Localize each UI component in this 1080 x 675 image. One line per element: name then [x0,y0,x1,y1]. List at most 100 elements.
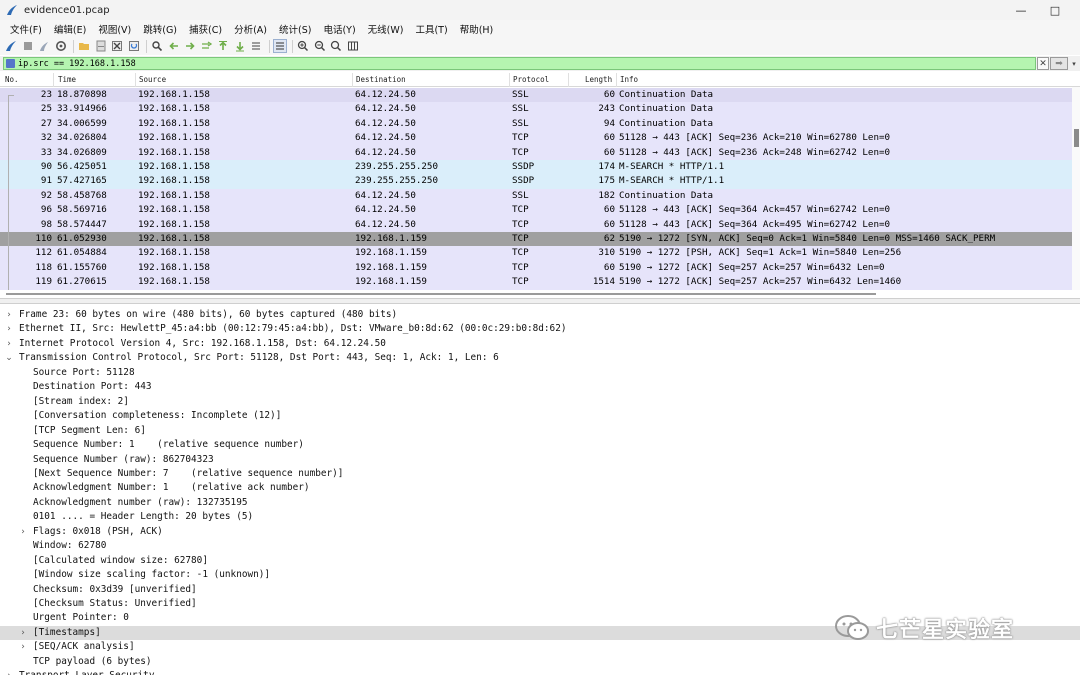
menu-go[interactable]: 跳转(G) [137,22,183,36]
colorize-icon[interactable] [272,39,287,53]
detail-row[interactable]: 0101 .... = Header Length: 20 bytes (5) [0,510,1080,524]
column-header-length[interactable]: Length [585,74,612,86]
packet-row[interactable]: 23 18.870898 192.168.1.158 64.12.24.50 SSL 60… [0,88,1072,103]
detail-row[interactable]: › Frame 23: 60 bytes on wire (480 bits), … [0,308,1080,322]
clear-filter-icon[interactable]: ✕ [1037,57,1049,70]
scrollbar-thumb[interactable] [1074,129,1079,147]
menu-tools[interactable]: 工具(T) [409,22,453,36]
expand-arrow-icon[interactable]: › [4,337,14,351]
zoom-out-icon[interactable] [313,39,327,53]
column-header-no[interactable]: No. [5,74,19,86]
detail-row[interactable]: › Internet Protocol Version 4, Src: 192.1… [0,337,1080,351]
normal-size-icon[interactable] [329,39,343,53]
detail-row[interactable]: Source Port: 51128 [0,366,1080,380]
detail-row[interactable]: [Calculated window size: 62780] [0,554,1080,568]
detail-row[interactable]: Sequence Number (raw): 862704323 [0,453,1080,467]
column-divider[interactable] [53,73,54,87]
packet-row[interactable]: 25 33.914966 192.168.1.158 64.12.24.50 SSL 24… [0,102,1072,117]
detail-row[interactable]: [Conversation completeness: Incomplete (… [0,409,1080,423]
forward-arrow-icon[interactable] [183,39,197,53]
detail-row[interactable]: ⌄ Transmission Control Protocol, Src Port… [0,351,1080,365]
autoscroll-icon[interactable] [249,39,263,53]
open-folder-icon[interactable] [77,39,91,53]
column-header-source[interactable]: Source [139,74,166,86]
hscrollbar-thumb[interactable] [6,293,876,295]
detail-row[interactable]: TCP payload (6 bytes) [0,655,1080,669]
zoom-in-icon[interactable] [296,39,310,53]
stop-icon[interactable] [21,39,35,53]
packet-row[interactable]: 98 58.574447 192.168.1.158 64.12.24.50 TCP 60… [0,217,1072,232]
detail-row[interactable]: › Ethernet II, Src: HewlettP_45:a4:bb (00… [0,322,1080,336]
filter-dropdown-icon[interactable]: ▾ [1069,57,1079,70]
detail-row[interactable]: Sequence Number: 1 (relative sequence nu… [0,438,1080,452]
packet-row[interactable]: 27 34.006599 192.168.1.158 64.12.24.50 SSL 94… [0,116,1072,132]
expand-arrow-icon[interactable]: › [18,640,28,654]
options-gear-icon[interactable] [54,39,68,53]
packet-row[interactable]: 33 34.026809 192.168.1.158 64.12.24.50 TCP 60… [0,145,1072,160]
detail-row[interactable]: Destination Port: 443 [0,380,1080,394]
menu-edit[interactable]: 编辑(E) [48,22,92,36]
menu-statistics[interactable]: 统计(S) [273,22,317,36]
column-divider[interactable] [616,73,617,87]
bookmark-icon[interactable] [6,59,15,68]
column-divider[interactable] [135,73,136,87]
back-arrow-icon[interactable] [167,39,181,53]
maximize-button[interactable]: □ [1040,2,1070,18]
menu-wireless[interactable]: 无线(W) [362,22,410,36]
menu-capture[interactable]: 捕获(C) [183,22,228,36]
expand-arrow-icon[interactable]: › [4,322,14,336]
packet-list-hscrollbar[interactable] [0,293,1072,297]
expand-arrow-icon[interactable]: › [18,626,28,640]
expand-arrow-icon[interactable]: › [4,308,14,322]
column-header-protocol[interactable]: Protocol [513,74,549,86]
detail-row[interactable]: Acknowledgment Number: 1 (relative ack n… [0,481,1080,495]
column-divider[interactable] [352,73,353,87]
packet-row[interactable]: 92 58.458768 192.168.1.158 64.12.24.50 SSL 18… [0,188,1072,204]
packet-row[interactable]: 90 56.425051 192.168.1.158 239.255.255.250 S… [0,160,1072,175]
packet-row[interactable]: 32 34.026804 192.168.1.158 64.12.24.50 TCP 60… [0,131,1072,146]
go-to-packet-icon[interactable] [200,39,214,53]
restart-icon[interactable] [37,39,51,53]
packet-row[interactable]: 118 61.155760 192.168.1.158 192.168.1.159 TC… [0,260,1072,276]
menu-help[interactable]: 帮助(H) [454,22,500,36]
detail-row[interactable]: Checksum: 0x3d39 [unverified] [0,583,1080,597]
detail-row[interactable]: [Stream index: 2] [0,395,1080,409]
display-filter-input[interactable]: ip.src == 192.168.1.158 [3,57,1036,70]
packet-row[interactable]: 119 61.270615 192.168.1.158 192.168.1.159 TC… [0,275,1072,290]
menu-file[interactable]: 文件(F) [4,22,48,36]
apply-filter-icon[interactable]: ➡ [1050,57,1068,70]
detail-row[interactable]: › Transport Layer Security [0,669,1080,675]
packet-row[interactable]: 112 61.054884 192.168.1.158 192.168.1.159 TC… [0,246,1072,261]
close-file-icon[interactable] [110,39,124,53]
detail-row[interactable]: Window: 62780 [0,539,1080,553]
minimize-button[interactable]: — [1006,2,1036,18]
expand-arrow-icon[interactable]: › [18,525,28,539]
expand-arrow-icon[interactable]: › [4,669,14,675]
find-icon[interactable] [150,39,164,53]
menu-view[interactable]: 视图(V) [92,22,137,36]
resize-columns-icon[interactable] [346,39,360,53]
packet-row[interactable]: 110 61.052930 192.168.1.158 192.168.1.159 TC… [0,232,1072,247]
shark-fin-start-icon[interactable] [4,39,18,53]
menu-analyze[interactable]: 分析(A) [228,22,273,36]
detail-row[interactable]: [Window size scaling factor: -1 (unknown… [0,568,1080,582]
detail-row[interactable]: › Flags: 0x018 (PSH, ACK) [0,525,1080,539]
detail-row[interactable]: Acknowledgment number (raw): 132735195 [0,496,1080,510]
packet-row[interactable]: 91 57.427165 192.168.1.158 239.255.255.250 S… [0,174,1072,189]
collapse-arrow-icon[interactable]: ⌄ [4,351,14,365]
packet-row[interactable]: 96 58.569716 192.168.1.158 64.12.24.50 TCP 60… [0,203,1072,218]
column-divider[interactable] [568,73,569,87]
packet-list-scrollbar[interactable] [1072,87,1080,290]
last-packet-icon[interactable] [233,39,247,53]
save-file-icon[interactable] [94,39,108,53]
column-header-info[interactable]: Info [620,74,638,86]
column-header-destination[interactable]: Destination [356,74,406,86]
first-packet-icon[interactable] [216,39,230,53]
column-divider[interactable] [509,73,510,87]
menu-telephony[interactable]: 电话(Y) [317,22,361,36]
detail-row[interactable]: [TCP Segment Len: 6] [0,424,1080,438]
reload-icon[interactable] [127,39,141,53]
detail-row[interactable]: [Next Sequence Number: 7 (relative seque… [0,467,1080,481]
column-header-time[interactable]: Time [58,74,76,86]
pane-splitter[interactable] [0,298,1080,304]
